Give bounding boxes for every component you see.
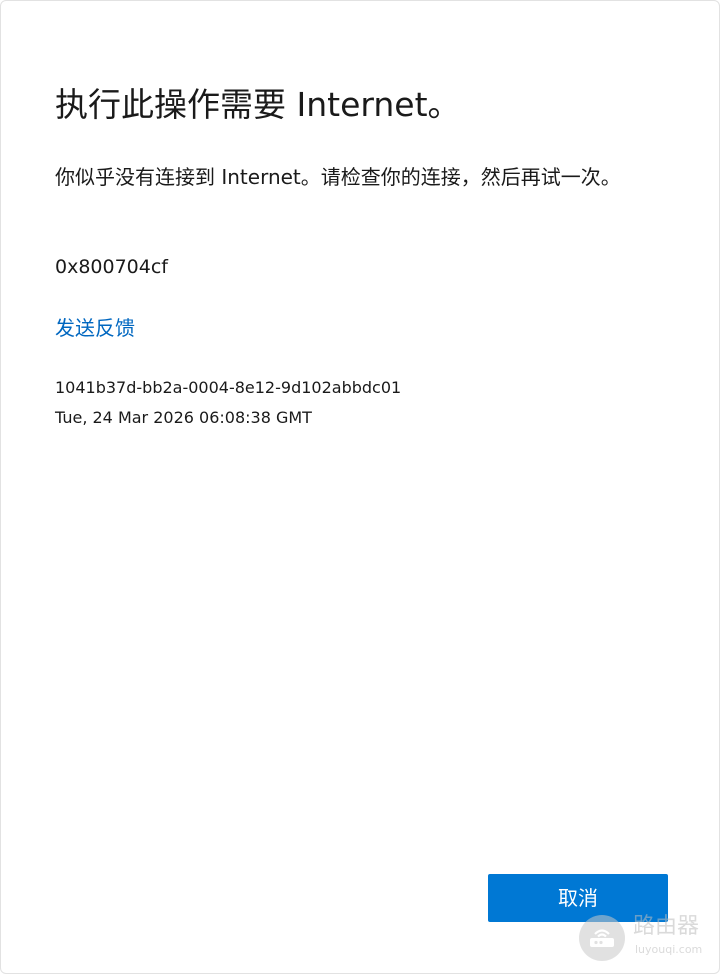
error-dialog: 执行此操作需要 Internet。 你似乎没有连接到 Internet。请检查你… <box>0 0 720 974</box>
watermark-url: luyouqi.com <box>635 943 703 956</box>
send-feedback-link[interactable]: 发送反馈 <box>55 313 135 343</box>
cancel-button[interactable]: 取消 <box>488 874 668 922</box>
timestamp: Tue, 24 Mar 2026 06:08:38 GMT <box>55 408 312 427</box>
dialog-title: 执行此操作需要 Internet。 <box>55 85 461 124</box>
error-code: 0x800704cf <box>55 256 168 278</box>
dialog-message: 你似乎没有连接到 Internet。请检查你的连接，然后再试一次。 <box>55 165 621 189</box>
correlation-id: 1041b37d-bb2a-0004-8e12-9d102abbdc01 <box>55 378 402 397</box>
